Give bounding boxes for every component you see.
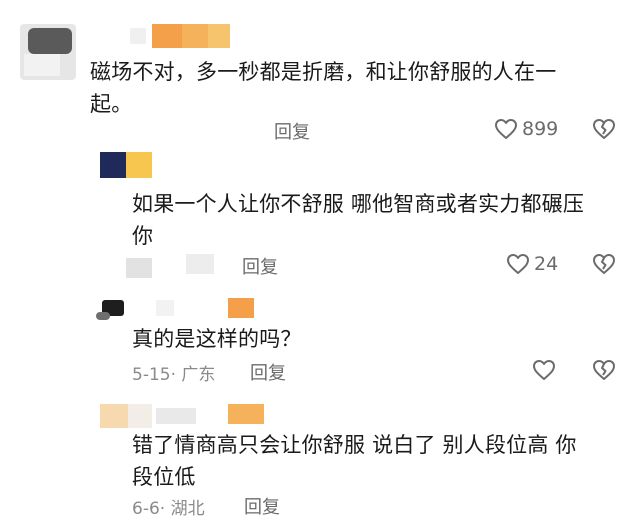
comment-meta: 5-15· 广东 — [132, 365, 216, 385]
username-redacted[interactable] — [156, 404, 276, 428]
heart-outline-icon[interactable] — [532, 359, 556, 381]
broken-heart-icon[interactable] — [592, 118, 616, 140]
comment-text: 真的是这样的吗？ — [132, 327, 302, 351]
reply-button[interactable]: 回复 — [250, 359, 286, 385]
avatar[interactable] — [100, 150, 152, 178]
comment-text: 如果一个人让你不舒服 哪他智商或者实力都碾压 你 — [132, 192, 585, 248]
heart-outline-icon[interactable] — [506, 253, 530, 275]
like-count: 24 — [534, 253, 559, 275]
broken-heart-icon[interactable] — [592, 359, 616, 381]
like-count: 899 — [522, 118, 559, 140]
comment-text: 错了情商高只会让你舒服 说白了 别人段位高 你 段位低 — [132, 433, 577, 489]
avatar[interactable] — [94, 296, 128, 324]
broken-heart-icon[interactable] — [592, 253, 616, 275]
reply-button[interactable]: 回复 — [242, 253, 278, 279]
comment-meta: 6-6· 湖北 — [132, 499, 205, 519]
comment-text: 磁场不对，多一秒都是折磨，和让你舒服的人在一 起。 — [90, 60, 557, 116]
username-redacted[interactable] — [130, 24, 230, 48]
avatar[interactable] — [20, 24, 76, 80]
reply-button[interactable]: 回复 — [244, 493, 280, 519]
meta-redacted — [126, 252, 226, 278]
username-redacted[interactable] — [156, 298, 256, 322]
reply-button[interactable]: 回复 — [274, 118, 310, 144]
avatar[interactable] — [100, 404, 152, 430]
heart-outline-icon[interactable] — [494, 118, 518, 140]
